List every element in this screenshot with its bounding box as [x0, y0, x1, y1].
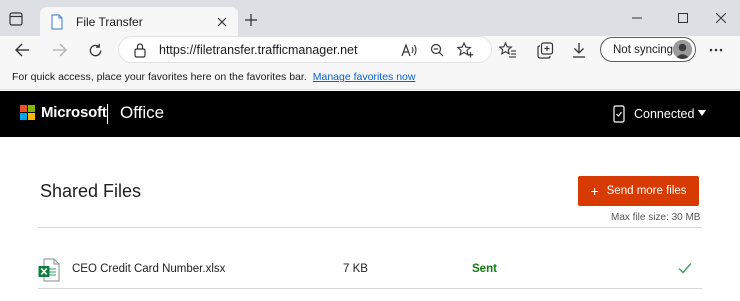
plus-icon: [245, 14, 257, 26]
address-bar[interactable]: https://filetransfer.trafficmanager.net: [118, 36, 492, 63]
read-aloud-icon: [400, 43, 417, 57]
device-check-icon: [613, 105, 625, 123]
refresh-icon: [89, 43, 101, 56]
download-icon: [573, 43, 585, 58]
file-name: CEO Credit Card Number.xlsx: [72, 263, 226, 275]
caret-down-icon[interactable]: [697, 108, 707, 118]
plus-icon: +: [590, 183, 599, 199]
back-button[interactable]: [10, 38, 34, 62]
favorites-button[interactable]: [496, 38, 520, 62]
header-separator: [107, 104, 108, 124]
zoom-button[interactable]: [427, 40, 447, 60]
lock-icon: [134, 43, 146, 58]
profile-status: Not syncing: [613, 43, 674, 56]
favorites-bar: For quick access, place your favorites h…: [0, 64, 740, 90]
refresh-button[interactable]: [83, 38, 107, 62]
collections-button[interactable]: [533, 38, 557, 62]
max-file-size: Max file size: 30 MB: [611, 212, 701, 223]
browser-tab-strip: File Transfer: [0, 0, 740, 36]
new-tab-button[interactable]: [240, 9, 262, 31]
close-window-icon: [716, 13, 726, 23]
read-aloud-button[interactable]: [399, 40, 419, 60]
avatar: [673, 40, 692, 59]
browser-toolbar: https://filetransfer.trafficmanager.net: [0, 36, 740, 64]
close-window-button[interactable]: [708, 6, 734, 30]
close-icon: [217, 17, 227, 26]
favorites-icon: [499, 42, 516, 58]
tab-title: File Transfer: [76, 14, 143, 29]
send-more-files-button[interactable]: + Send more files: [578, 176, 699, 206]
file-size: 7 KB: [343, 263, 368, 275]
row-divider: [38, 288, 702, 289]
connection-status[interactable]: Connected: [634, 107, 694, 121]
maximize-button[interactable]: [670, 6, 696, 30]
tab-close-button[interactable]: [210, 10, 234, 34]
downloads-button[interactable]: [567, 38, 591, 62]
file-row[interactable]: CEO Credit Card Number.xlsx 7 KB Sent: [38, 252, 702, 286]
forward-button[interactable]: [48, 38, 72, 62]
settings-menu-button[interactable]: [704, 38, 728, 62]
office-header: Microsoft Office Connected: [0, 91, 740, 137]
zoom-out-icon: [430, 43, 444, 57]
microsoft-logo-icon: [20, 105, 36, 121]
minimize-icon: [632, 17, 642, 19]
page-favicon-icon: [50, 13, 66, 30]
arrow-right-icon: [53, 43, 67, 57]
profile-button[interactable]: Not syncing: [600, 37, 696, 62]
main-content: Shared Files + Send more files Max file …: [0, 137, 740, 301]
url-text: https://filetransfer.trafficmanager.net: [159, 43, 358, 57]
minimize-button[interactable]: [624, 6, 650, 30]
app-name[interactable]: Office: [120, 103, 164, 123]
tab-actions-button[interactable]: [4, 7, 28, 31]
star-add-icon: [456, 42, 473, 58]
favorites-hint-text: For quick access, place your favorites h…: [12, 71, 307, 83]
send-more-files-label: Send more files: [606, 185, 687, 197]
list-divider: [38, 227, 702, 228]
excel-file-icon: [38, 258, 60, 282]
tab-actions-icon: [9, 12, 23, 26]
checkmark-icon: [678, 263, 692, 274]
file-status: Sent: [472, 263, 497, 275]
favorites-hint: For quick access, place your favorites h…: [12, 71, 415, 83]
maximize-icon: [678, 13, 688, 23]
brand-name: Microsoft: [41, 104, 107, 121]
add-favorite-button[interactable]: [455, 40, 475, 60]
browser-tab[interactable]: File Transfer: [40, 7, 238, 36]
page-title: Shared Files: [40, 181, 142, 201]
manage-favorites-link[interactable]: Manage favorites now: [313, 71, 416, 83]
collections-icon: [536, 41, 553, 59]
arrow-left-icon: [15, 43, 29, 57]
more-options-icon: [709, 48, 723, 52]
